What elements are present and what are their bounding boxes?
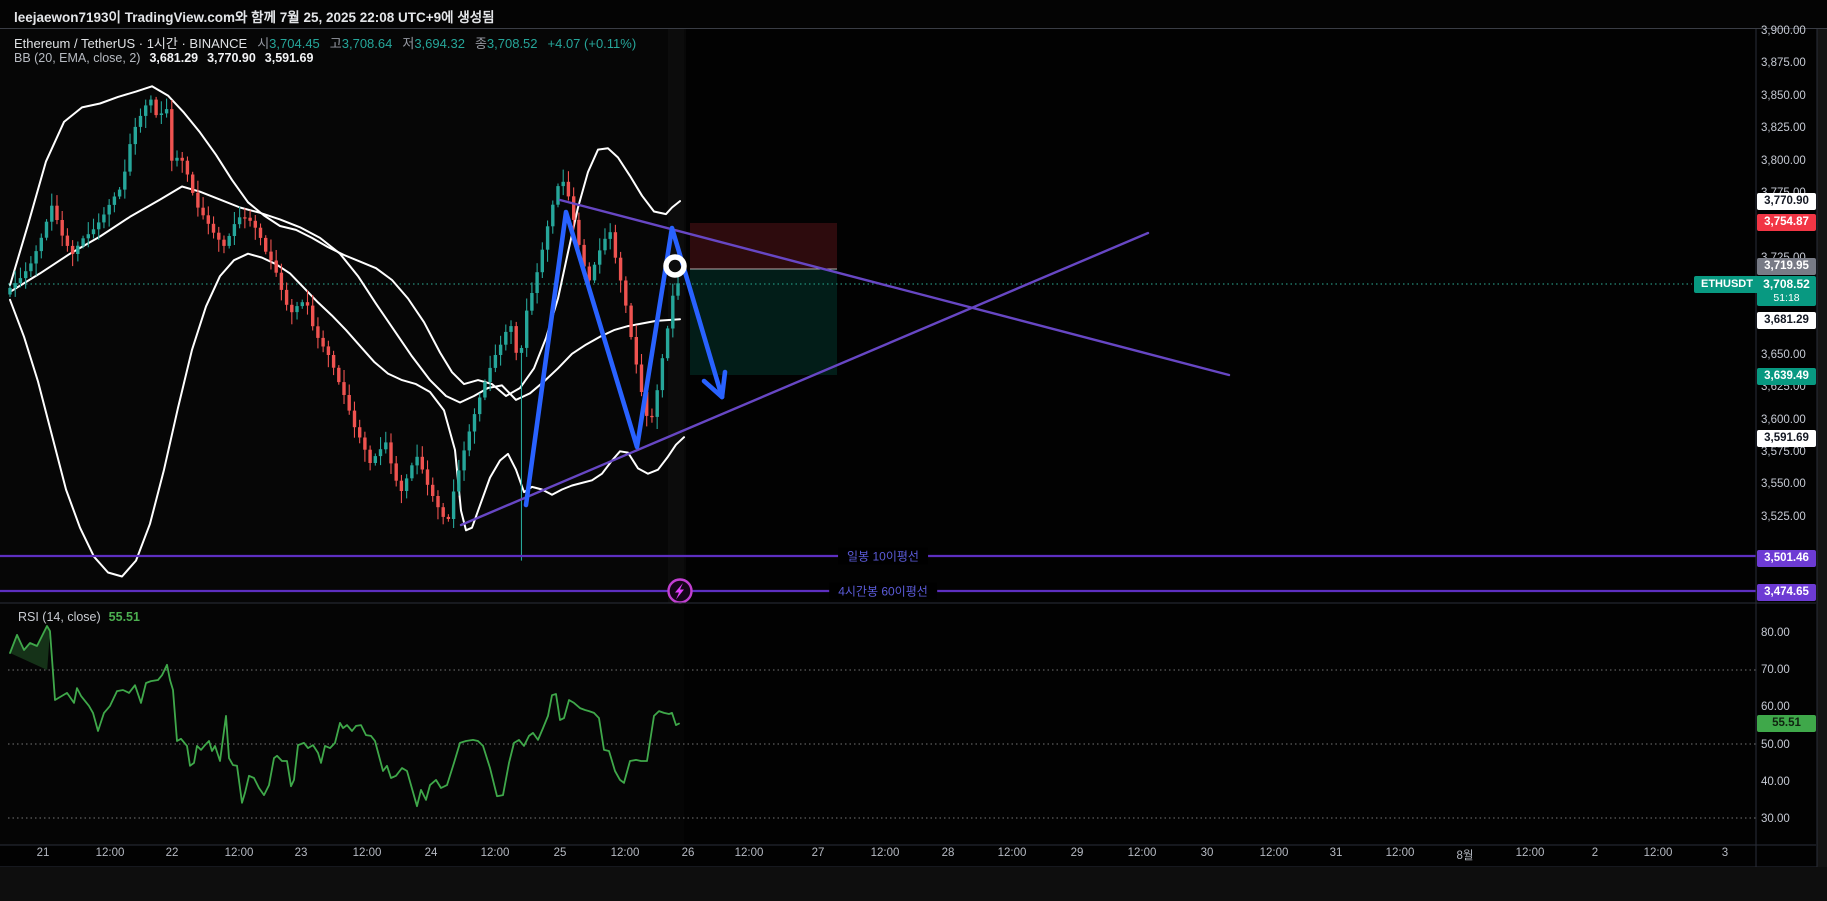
bb-values: 3,681.29 3,770.90 3,591.69	[140, 51, 313, 65]
time-tick-label: 12:00	[95, 847, 125, 859]
time-tick-label: 22	[165, 847, 179, 859]
rsi-tick-label: 70.00	[1761, 664, 1790, 676]
price-tick-label: 3,900.00	[1761, 25, 1806, 37]
price-tick-label: 3,650.00	[1761, 349, 1806, 361]
ohlc-values: 시3,704.45 고3,708.64 저3,694.32 종3,708.52	[247, 36, 537, 51]
price-tick-label: 3,875.00	[1761, 57, 1806, 69]
bb-legend: BB (20, EMA, close, 2) 3,681.29 3,770.90 3,…	[14, 51, 313, 65]
arrowhead-wing[interactable]	[719, 369, 728, 400]
rsi-pane-bg	[0, 603, 684, 845]
time-tick-label: 12:00	[870, 847, 900, 859]
current-price-tag: 3,708.52 51:18	[1757, 276, 1816, 306]
time-tick-label: 29	[1070, 847, 1084, 859]
time-tick-label: 23	[294, 847, 308, 859]
price-tick-label: 3,850.00	[1761, 90, 1806, 102]
price-pane-bg	[0, 28, 684, 603]
change-value: +4.07 (+0.11%)	[547, 36, 637, 51]
time-tick-label: 24	[424, 847, 438, 859]
time-tick-label: 2	[1591, 847, 1599, 859]
price-axis-tag: 3,501.46	[1757, 549, 1816, 567]
time-tick-label: 27	[811, 847, 825, 859]
ma-line-label: 4시간봉 60이평선	[829, 582, 937, 600]
price-axis-tag: 3,474.65	[1757, 583, 1816, 601]
time-tick-label: 12:00	[1385, 847, 1415, 859]
time-tick-label: 12:00	[480, 847, 510, 859]
time-tick-label: 12:00	[352, 847, 382, 859]
position-stop-zone[interactable]	[690, 223, 837, 269]
price-tick-label: 3,550.00	[1761, 478, 1806, 490]
rsi-tick-label: 80.00	[1761, 627, 1790, 639]
ohlc-pair: 고3,708.64	[329, 36, 393, 51]
time-tick-label: 12:00	[1643, 847, 1673, 859]
time-tick-label: 30	[1200, 847, 1214, 859]
time-tick-label: 28	[941, 847, 955, 859]
rsi-tick-label: 30.00	[1761, 813, 1790, 825]
price-axis-tag: 3,681.29	[1757, 311, 1816, 329]
time-tick-label: 12:00	[610, 847, 640, 859]
price-axis-tag: 3,754.87	[1757, 213, 1816, 231]
price-tick-label: 3,525.00	[1761, 511, 1806, 523]
price-axis-tag: 3,770.90	[1757, 192, 1816, 210]
attribution-bar: leejaewon7193이 TradingView.com와 함께 7월 25…	[0, 0, 1827, 29]
price-axis-tag: 3,719.95	[1757, 257, 1816, 275]
bb-value: 3,770.90	[207, 51, 256, 65]
time-tick-label: 12:00	[1515, 847, 1545, 859]
time-tick-label: 3	[1721, 847, 1729, 859]
rsi-axis-tag: 55.51	[1757, 714, 1816, 732]
rsi-tick-label: 60.00	[1761, 701, 1790, 713]
attribution-text: leejaewon7193이 TradingView.com와 함께 7월 25…	[14, 10, 495, 25]
last-bar-highlight	[668, 28, 686, 603]
time-tick-label: 26	[681, 847, 695, 859]
ohlc-pair: 종3,708.52	[474, 36, 538, 51]
symbol-flag: ETHUSDT	[1694, 276, 1760, 293]
watermark-bar: TradingView	[0, 867, 1827, 901]
time-tick-label: 31	[1329, 847, 1343, 859]
time-tick-label: 21	[36, 847, 50, 859]
price-tick-label: 3,800.00	[1761, 155, 1806, 167]
rsi-tick-label: 40.00	[1761, 776, 1790, 788]
chart-canvas[interactable]	[0, 0, 1827, 901]
rsi-legend: RSI (14, close) 55.51	[18, 610, 140, 624]
time-tick-label: 12:00	[1127, 847, 1157, 859]
symbol-legend: Ethereum / TetherUS · 1시간 · BINANCE 시3,70…	[14, 33, 636, 52]
rsi-tick-label: 50.00	[1761, 739, 1790, 751]
price-axis-tag: 3,639.49	[1757, 367, 1816, 385]
time-tick-label: 8월	[1456, 850, 1474, 862]
time-tick-label: 25	[553, 847, 567, 859]
time-tick-label: 12:00	[734, 847, 764, 859]
ohlc-pair: 저3,694.32	[402, 36, 465, 51]
bb-value: 3,681.29	[149, 51, 199, 65]
time-tick-label: 12:00	[1259, 847, 1289, 859]
tradingview-chart-screenshot: leejaewon7193이 TradingView.com와 함께 7월 25…	[0, 0, 1827, 901]
time-tick-label: 12:00	[224, 847, 254, 859]
ohlc-pair: 시3,704.45	[257, 36, 320, 51]
price-tick-label: 3,600.00	[1761, 414, 1806, 426]
price-tick-label: 3,825.00	[1761, 122, 1806, 134]
time-tick-label: 12:00	[997, 847, 1027, 859]
bb-title: BB (20, EMA, close, 2)	[14, 51, 141, 65]
ma-line-label: 일봉 10이평선	[838, 547, 928, 565]
price-axis-tag: 3,591.69	[1757, 429, 1816, 447]
symbol-title: Ethereum / TetherUS · 1시간 · BINANCE	[14, 36, 248, 51]
rsi-title: RSI (14, close)	[18, 610, 101, 624]
rsi-value: 55.51	[108, 610, 140, 624]
bb-value: 3,591.69	[264, 51, 314, 65]
